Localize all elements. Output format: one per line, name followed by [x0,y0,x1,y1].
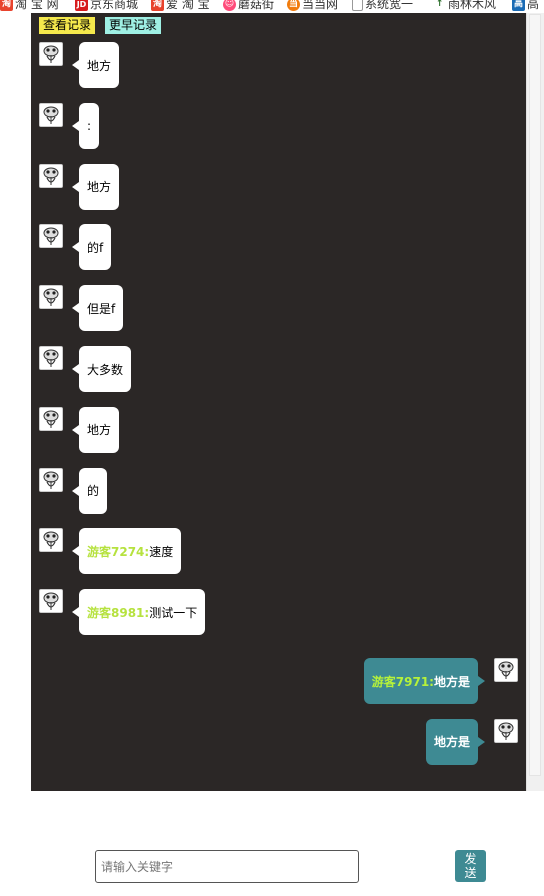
sender-name: 游客7274: [87,544,150,559]
bookmark-label: 高 [527,0,540,11]
message-bubble: 的 [71,467,108,514]
message-text: 地方 [87,423,112,438]
avatar-icon [39,102,63,127]
bookmark-xitong[interactable]: 系统宽一 [352,0,413,11]
message-bubble: 游客7274: 速度 [71,528,182,575]
taobao-icon: 淘 [0,0,13,11]
bookmark-jd[interactable]: JD 京东商城 [75,0,138,11]
avatar-icon [39,406,63,431]
bookmark-dangdang[interactable]: 当 当当网 [287,0,338,11]
bookmark-label: 京东商城 [90,0,139,11]
bookmark-gao[interactable]: 高 高 [512,0,539,11]
dangdang-icon: 当 [287,0,300,11]
mogujie-icon: ☺ [223,0,236,11]
bookmark-label: 蘑菇街 [238,0,275,11]
message-text: 地方是 [433,735,470,750]
aitaobao-icon: 淘 [151,0,164,11]
avatar-icon [39,285,63,310]
scrollbar-thumb[interactable] [529,14,541,776]
avatar-icon [39,346,63,370]
message-text: 大多数 [87,362,124,377]
bookmark-label: 雨林木风 [448,0,497,11]
send-button[interactable]: 发送 [455,850,486,882]
avatar-icon [39,467,63,492]
message-text: 地方 [87,180,112,195]
message-bubble: 地方是 [425,718,486,765]
sender-name: 游客7971: [371,674,434,689]
message-text: 的 [87,484,100,499]
message-bubble: 大多数 [71,346,132,392]
bookmark-taobao[interactable]: 淘 淘 宝 网 [0,0,59,11]
avatar-icon [39,42,63,66]
message-text: 测试一下 [149,605,198,620]
message-text: 地方 [87,58,112,73]
message-bubble: 地方 [71,163,120,210]
bookmark-label: 系统宽一 [365,0,414,11]
avatar-icon [39,224,63,249]
bookmark-label: 淘 宝 网 [15,0,59,11]
gao-icon: 高 [512,0,525,11]
avatar-icon [494,658,518,682]
message-bubble: 地方 [71,42,120,88]
sender-name: 游客8981: [87,605,150,620]
bookmark-mogujie[interactable]: ☺ 蘑菇街 [223,0,274,11]
avatar-icon [494,718,518,743]
bookmark-yulin[interactable]: ↑ 雨林木风 [433,0,496,11]
message-bubble: : [71,102,100,149]
bookmarks-bar: 淘 淘 宝 网 JD 京东商城 淘 爱 淘 宝 ☺ 蘑菇街 当 当当网 系统宽一… [0,0,544,13]
avatar-icon [39,589,63,614]
message-text: 地方是 [433,674,470,689]
message-bubble: 游客8981: 测试一下 [71,589,206,636]
bookmark-label: 爱 淘 宝 [166,0,210,11]
avatar-icon [39,528,63,553]
message-bubble: 但是f [71,285,124,332]
page-icon [352,0,363,11]
message-bubble: 地方 [71,406,120,453]
message-bubble: 的f [71,224,112,271]
message-text: 速度 [149,544,174,559]
keyword-input-wrapper [95,850,359,883]
message-text: : [87,118,92,133]
view-history-button[interactable]: 查看记录 [39,17,96,34]
bookmark-label: 当当网 [302,0,339,11]
jd-icon: JD [75,0,88,11]
message-text: 的f [87,240,104,255]
earlier-history-button[interactable]: 更早记录 [105,17,162,34]
keyword-input[interactable] [96,851,358,882]
chat-panel: 查看记录 更早记录 地方: 地方 的f 但是f 大多数 地方的游客7274: 速度 游客898… [31,13,526,791]
avatar-icon [39,163,63,188]
bookmark-aitaobao[interactable]: 淘 爱 淘 宝 [151,0,210,11]
message-bubble: 游客7971: 地方是 [363,658,486,704]
message-text: 但是f [87,301,116,316]
yulin-icon: ↑ [435,0,444,9]
